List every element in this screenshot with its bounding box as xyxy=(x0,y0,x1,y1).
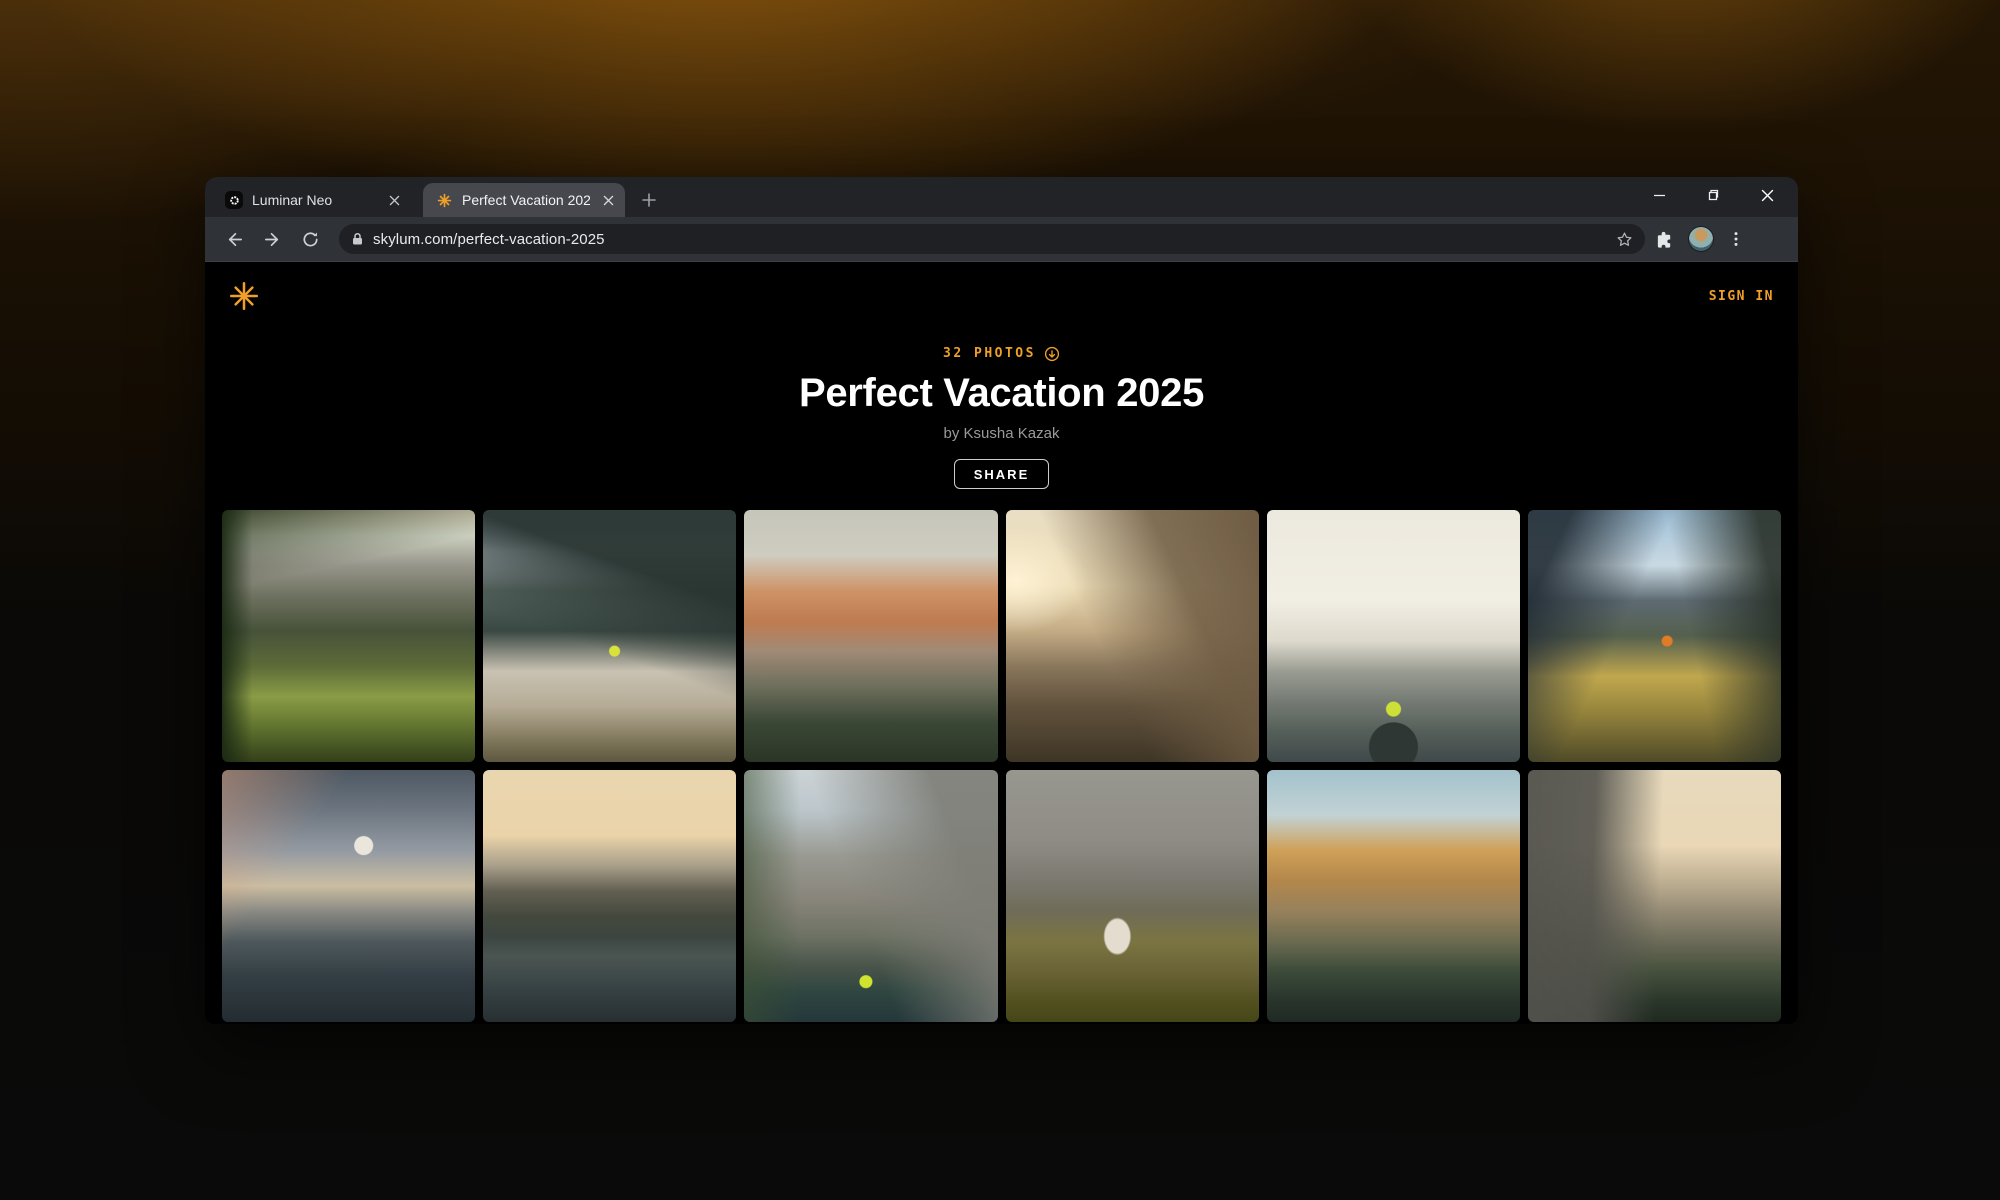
tab-title: Perfect Vacation 2025 xyxy=(462,192,590,208)
photo-orange-jacket-overlook[interactable] xyxy=(1528,510,1781,762)
window-controls xyxy=(1632,177,1794,213)
url-text[interactable]: skylum.com/perfect-vacation-2025 xyxy=(373,231,1607,248)
photo-green-valley-pines[interactable] xyxy=(222,510,475,762)
bookmark-star-icon[interactable] xyxy=(1616,231,1633,248)
tab-perfect-vacation-2025[interactable]: Perfect Vacation 2025 xyxy=(423,183,625,217)
close-tab-icon[interactable] xyxy=(385,191,403,209)
photo-sheep-foggy-meadow[interactable] xyxy=(1006,770,1259,1022)
tab-title: Luminar Neo xyxy=(252,192,376,208)
photo-alpenglow-castle-peak[interactable] xyxy=(744,510,997,762)
site-header: SIGN IN xyxy=(205,262,1798,318)
photo-butte-lake-reflection[interactable] xyxy=(483,770,736,1022)
restore-button[interactable] xyxy=(1686,177,1740,213)
menu-dots-icon[interactable] xyxy=(1728,231,1744,247)
photo-backpacker-pale-sky[interactable] xyxy=(1267,510,1520,762)
photo-golden-peak-forest-lake[interactable] xyxy=(1267,770,1520,1022)
close-window-button[interactable] xyxy=(1740,177,1794,213)
photo-gray-peak-turquoise-lake[interactable] xyxy=(744,770,997,1022)
address-bar[interactable]: skylum.com/perfect-vacation-2025 xyxy=(339,224,1645,254)
skylum-asterisk-icon xyxy=(435,191,453,209)
page-title: Perfect Vacation 2025 xyxy=(205,371,1798,416)
extensions-icon[interactable] xyxy=(1655,230,1674,249)
browser-window: Luminar Neo Perfect Vacation 2025 xyxy=(205,177,1798,1024)
tab-strip: Luminar Neo Perfect Vacation 2025 xyxy=(205,177,1798,217)
photo-count: 32 PHOTOS xyxy=(943,346,1060,362)
download-icon[interactable] xyxy=(1044,346,1060,362)
gallery-header: 32 PHOTOS Perfect Vacation 2025 by Ksush… xyxy=(205,344,1798,489)
photo-count-label: 32 PHOTOS xyxy=(943,346,1036,361)
luminar-neo-icon xyxy=(225,191,243,209)
back-icon[interactable] xyxy=(217,222,251,256)
lock-icon xyxy=(351,232,364,246)
sign-in-link[interactable]: SIGN IN xyxy=(1709,289,1774,304)
reload-icon[interactable] xyxy=(293,222,327,256)
gallery-page: SIGN IN 32 PHOTOS Perfect Vacation 2025 … xyxy=(205,262,1798,1024)
close-tab-icon[interactable] xyxy=(599,191,617,209)
browser-toolbar: skylum.com/perfect-vacation-2025 xyxy=(205,217,1798,262)
photo-grid xyxy=(222,510,1781,1022)
photo-dark-ridge-hiker[interactable] xyxy=(483,510,736,762)
profile-avatar[interactable] xyxy=(1688,226,1714,252)
photo-sheer-cliffs-forest[interactable] xyxy=(1528,770,1781,1022)
skylum-logo-icon[interactable] xyxy=(229,281,259,311)
author-byline: by Ksusha Kazak xyxy=(205,425,1798,442)
forward-icon[interactable] xyxy=(255,222,289,256)
tab-luminar-neo[interactable]: Luminar Neo xyxy=(213,183,411,217)
photo-sunset-scree-trail[interactable] xyxy=(1006,510,1259,762)
new-tab-button[interactable] xyxy=(635,186,663,214)
share-button[interactable]: SHARE xyxy=(954,459,1050,489)
photo-moonrise-dusk-peaks[interactable] xyxy=(222,770,475,1022)
toolbar-right xyxy=(1655,226,1744,252)
minimize-button[interactable] xyxy=(1632,177,1686,213)
